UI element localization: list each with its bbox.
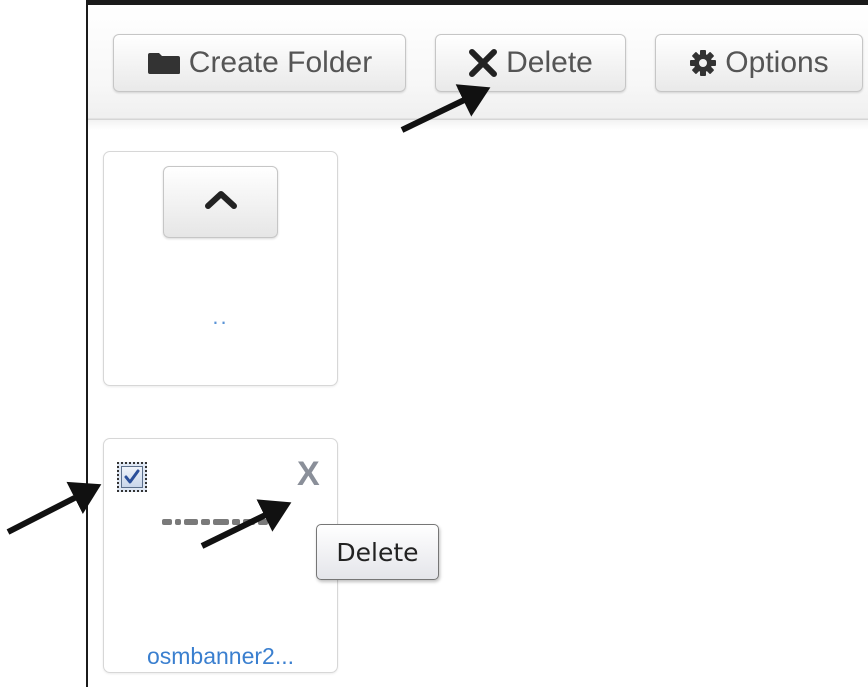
create-folder-label: Create Folder <box>188 46 373 79</box>
options-label: Options <box>725 46 829 79</box>
file-checkbox[interactable] <box>117 462 147 492</box>
chevron-up-icon <box>204 190 238 215</box>
options-button[interactable]: Options <box>655 34 863 92</box>
parent-folder-tile[interactable]: .. <box>103 151 338 386</box>
x-icon <box>468 48 498 78</box>
folder-icon <box>147 51 181 75</box>
delete-tooltip: Delete <box>316 524 439 580</box>
up-button[interactable] <box>163 166 278 238</box>
delete-label: Delete <box>506 46 593 79</box>
create-folder-button[interactable]: Create Folder <box>113 34 406 92</box>
checkmark-icon <box>124 469 140 484</box>
parent-folder-label[interactable]: .. <box>104 304 337 330</box>
file-tile[interactable]: X osmbanner2... <box>103 438 338 673</box>
checkbox-box <box>121 466 143 488</box>
gear-icon <box>689 49 717 77</box>
file-name-link[interactable]: osmbanner2... <box>104 643 337 670</box>
delete-button[interactable]: Delete <box>435 34 626 92</box>
file-delete-icon[interactable]: X <box>297 457 320 491</box>
file-thumbnail <box>162 517 282 527</box>
arrow-to-checkbox <box>6 481 102 535</box>
toolbar-shadow <box>88 118 868 130</box>
